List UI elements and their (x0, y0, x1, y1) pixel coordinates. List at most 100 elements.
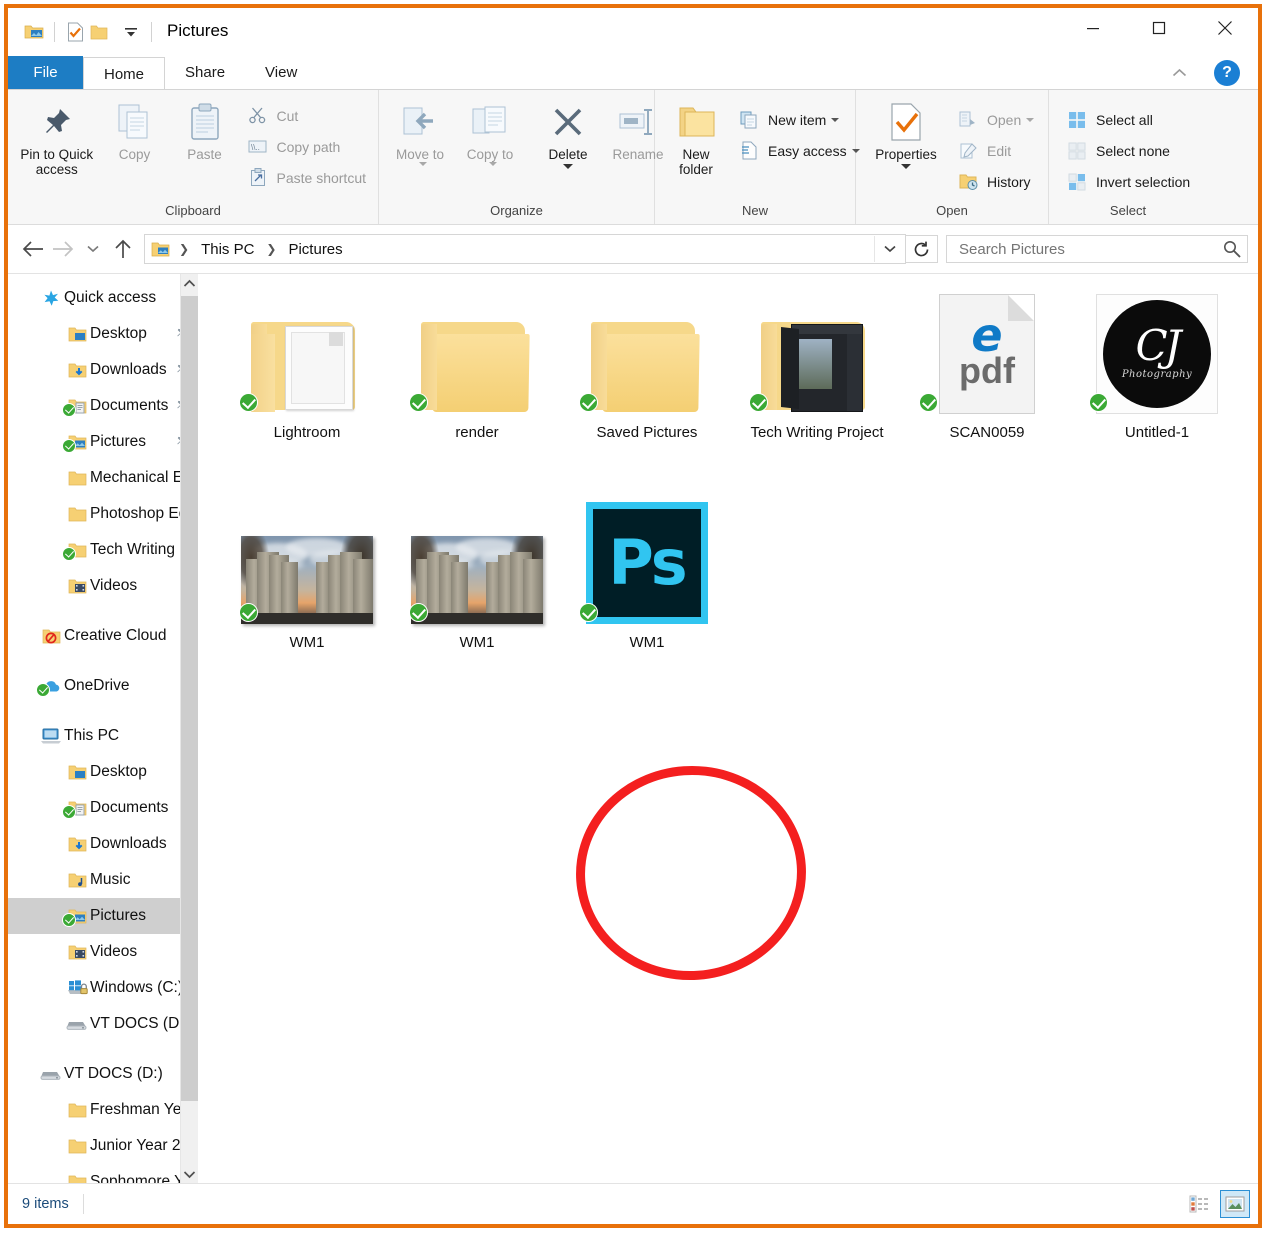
file-item[interactable]: Saved Pictures (562, 288, 732, 498)
back-button[interactable] (18, 234, 48, 264)
sidebar-item-videos[interactable]: Videos (8, 568, 198, 604)
open-button[interactable]: Open (950, 104, 1040, 135)
maximize-button[interactable] (1126, 8, 1192, 48)
file-item[interactable]: WM1 (222, 498, 392, 708)
sync-status-icon (409, 393, 428, 412)
details-view-button[interactable] (1184, 1190, 1214, 1218)
minimize-button[interactable] (1060, 8, 1126, 48)
properties-button[interactable]: Properties (862, 96, 950, 173)
invert-selection-button[interactable]: Invert selection (1059, 166, 1196, 197)
cut-button[interactable]: Cut (240, 100, 373, 131)
breadcrumb-item-this-pc[interactable]: This PC (198, 239, 257, 260)
breadcrumb-item-pictures[interactable]: Pictures (285, 239, 345, 260)
sidebar-item-downloads[interactable]: Downloads (8, 826, 198, 862)
new-folder-label: New folder (679, 147, 713, 177)
sidebar-item-pictures[interactable]: Pictures (8, 898, 198, 934)
new-folder-icon[interactable] (87, 20, 111, 44)
address-dropdown-button[interactable] (874, 236, 905, 262)
sidebar-item-desktop[interactable]: Desktop (8, 316, 198, 352)
select-none-button[interactable]: Select none (1059, 135, 1196, 166)
sidebar-item-label: Junior Year 20 (90, 1137, 190, 1154)
sidebar-item-mechanical-en[interactable]: Mechanical En (8, 460, 198, 496)
sidebar-item-quick-access[interactable]: Quick access (8, 280, 198, 316)
file-item[interactable]: e pdf SCAN0059 (902, 288, 1072, 498)
file-item[interactable]: Lightroom (222, 288, 392, 498)
sidebar-item-vt-docs-d[interactable]: VT DOCS (D:) (8, 1006, 198, 1042)
ribbon-group-label-organize: Organize (490, 203, 543, 218)
new-item-button[interactable]: New item (731, 104, 866, 135)
copy-button[interactable]: Copy (100, 96, 170, 166)
easy-access-button[interactable]: Easy access (731, 135, 866, 166)
sidebar-item-freshman-yea[interactable]: Freshman Yea (8, 1092, 198, 1128)
image-thumbnail-logo: CJ Photography (1096, 294, 1218, 414)
copy-to-button[interactable]: Copy to (455, 96, 525, 170)
help-button[interactable]: ? (1214, 60, 1240, 86)
large-icons-view-button[interactable] (1220, 1190, 1250, 1218)
tab-view[interactable]: View (245, 56, 317, 89)
refresh-button[interactable] (906, 235, 938, 263)
tab-file[interactable]: File (8, 56, 83, 89)
file-item[interactable]: Ps WM1 (562, 498, 732, 708)
sidebar-item-downloads[interactable]: Downloads (8, 352, 198, 388)
sidebar-item-windows-c[interactable]: Windows (C:) (8, 970, 198, 1006)
sidebar-item-documents[interactable]: Documents (8, 388, 198, 424)
breadcrumb-chevron-icon-2[interactable]: ❯ (266, 242, 276, 256)
file-list-view[interactable]: Lightroom render Saved Pictures Tech Writin… (198, 274, 1258, 1183)
sidebar-item-label: Downloads (90, 835, 167, 852)
file-item[interactable]: Tech Writing Project (732, 288, 902, 498)
tab-share[interactable]: Share (165, 56, 245, 89)
properties-icon[interactable] (63, 20, 87, 44)
pictures-folder-icon[interactable] (22, 20, 46, 44)
image-thumbnail (241, 536, 373, 624)
sidebar-item-vt-docs-d[interactable]: VT DOCS (D:) (8, 1056, 198, 1092)
delete-button[interactable]: Delete (533, 96, 603, 173)
sidebar-item-tech-writing-p[interactable]: Tech Writing P (8, 532, 198, 568)
sidebar-item-this-pc[interactable]: This PC (8, 718, 198, 754)
file-item[interactable]: CJ Photography Untitled-1 (1072, 288, 1242, 498)
sidebar-item-label: VT DOCS (D:) (90, 1015, 189, 1032)
sidebar-item-pictures[interactable]: Pictures (8, 424, 198, 460)
file-name-label: WM1 (459, 634, 495, 651)
forward-button[interactable] (48, 234, 78, 264)
easy-access-label: Easy access (768, 142, 847, 159)
search-box[interactable] (946, 235, 1248, 263)
select-all-button[interactable]: Select all (1059, 104, 1196, 135)
sidebar-item-sophomore-y[interactable]: Sophomore Y (8, 1164, 198, 1183)
tab-home[interactable]: Home (83, 57, 166, 90)
pin-to-quick-access-button[interactable]: Pin to Quick access (14, 96, 100, 181)
file-item[interactable]: render (392, 288, 562, 498)
sidebar-item-videos[interactable]: Videos (8, 934, 198, 970)
paste-button[interactable]: Paste (170, 96, 240, 166)
search-icon[interactable] (1223, 240, 1241, 258)
file-item[interactable]: WM1 (392, 498, 562, 708)
sidebar-item-photoshop-ed[interactable]: Photoshop Ed (8, 496, 198, 532)
sidebar-item-label: Mechanical En (90, 469, 192, 486)
navigation-scrollbar[interactable] (180, 274, 198, 1183)
sidebar-item-onedrive[interactable]: OneDrive (8, 668, 198, 704)
history-button[interactable]: History (950, 166, 1040, 197)
scrollbar-thumb[interactable] (181, 296, 198, 1101)
paste-shortcut-button[interactable]: Paste shortcut (240, 162, 373, 193)
up-button[interactable] (108, 234, 138, 264)
breadcrumb-root-icon[interactable] (151, 241, 170, 258)
sidebar-item-music[interactable]: Music (8, 862, 198, 898)
delete-icon (551, 100, 585, 144)
recent-locations-button[interactable] (78, 234, 108, 264)
sidebar-item-documents[interactable]: Documents (8, 790, 198, 826)
close-button[interactable] (1192, 8, 1258, 48)
sidebar-item-junior-year-20[interactable]: Junior Year 20 (8, 1128, 198, 1164)
scroll-down-button[interactable] (181, 1165, 198, 1183)
move-to-button[interactable]: Move to (385, 96, 455, 170)
copy-path-button[interactable]: \\.. Copy path (240, 131, 373, 162)
navigation-tree: Quick access Desktop Downloads Documents Pic… (8, 274, 198, 1183)
collapse-ribbon-chevron-icon[interactable] (1166, 62, 1192, 84)
search-input[interactable] (957, 239, 1223, 259)
scroll-up-button[interactable] (181, 274, 198, 292)
edit-button[interactable]: Edit (950, 135, 1040, 166)
sidebar-item-desktop[interactable]: Desktop (8, 754, 198, 790)
new-folder-button[interactable]: New folder (661, 96, 731, 181)
breadcrumb-bar[interactable]: ❯ This PC ❯ Pictures (144, 234, 906, 264)
sidebar-item-creative-cloud[interactable]: Creative Cloud (8, 618, 198, 654)
customize-dropdown-icon[interactable] (119, 20, 143, 44)
nav-group-gap (8, 1042, 198, 1056)
